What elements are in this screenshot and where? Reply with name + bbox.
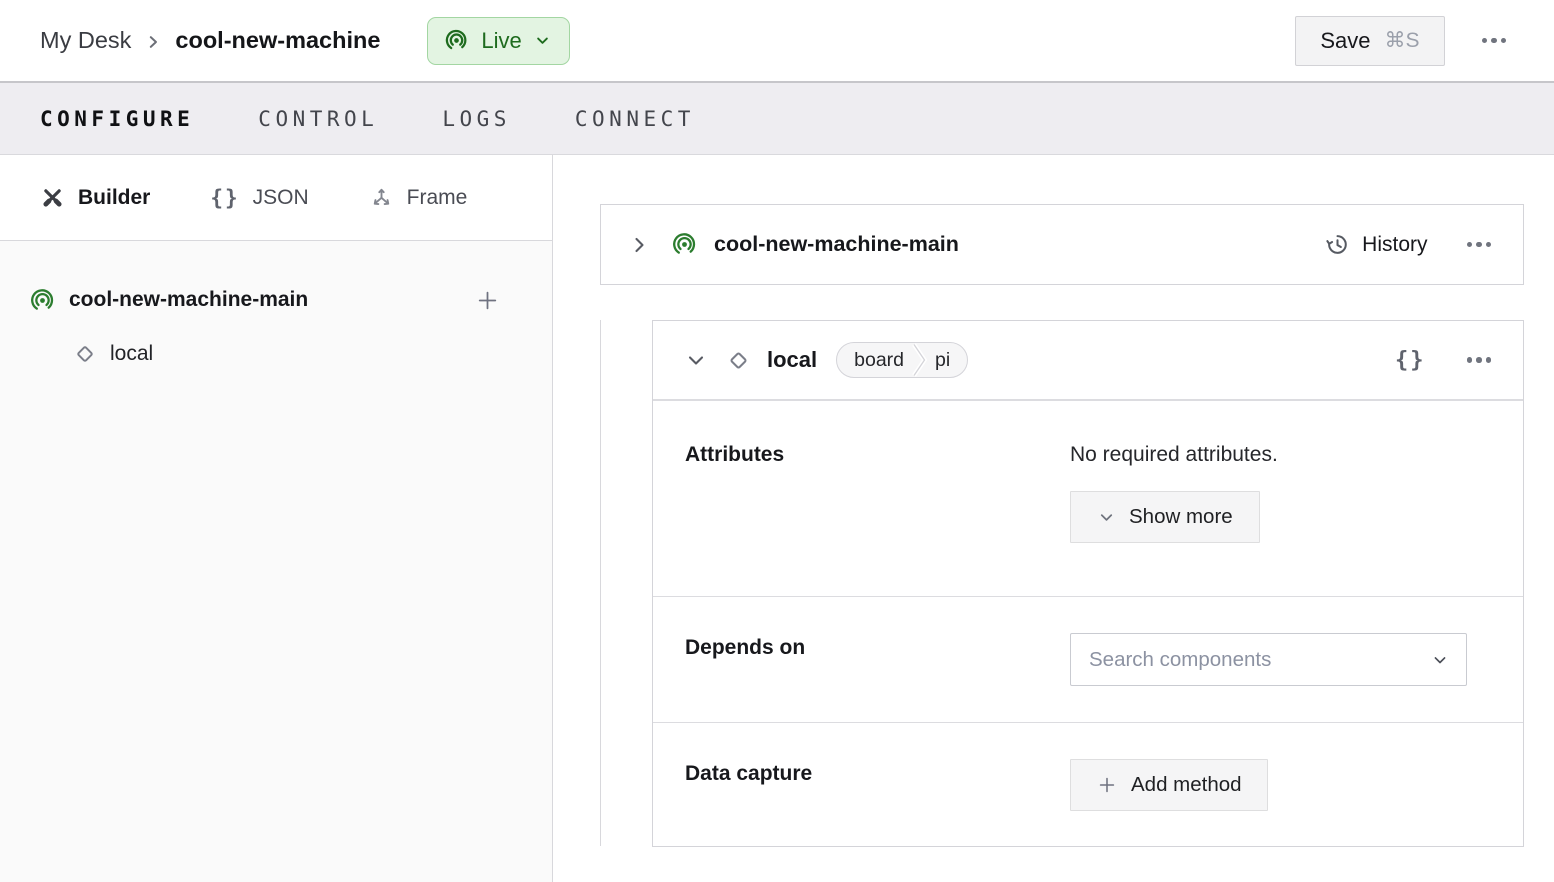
depends-on-select[interactable]: Search components [1070,633,1467,686]
attributes-empty-text: No required attributes. [1070,443,1278,467]
machine-broadcast-icon [28,286,57,315]
top-header: My Desk cool-new-machine Live Save ⌘S [0,0,1554,81]
plus-icon [1096,774,1118,796]
show-more-button[interactable]: Show more [1070,491,1260,543]
machine-tree: cool-new-machine-main local [0,241,552,381]
view-builder[interactable]: Builder [40,185,150,210]
header-overflow-menu-icon[interactable] [1478,32,1511,50]
tab-connect[interactable]: CONNECT [575,107,695,131]
depends-on-placeholder: Search components [1089,648,1271,672]
component-card-header: local board pi {} [653,321,1523,400]
component-menu-icon[interactable] [1463,351,1496,369]
breadcrumb: My Desk cool-new-machine [40,27,380,54]
component-title: local [767,347,817,373]
chevron-right-icon [144,33,162,51]
view-json-label: JSON [253,186,309,210]
tree-item-label: cool-new-machine-main [69,288,308,312]
chip-type: board [837,349,911,372]
component-card-local: local board pi {} Attributes No required… [652,320,1524,847]
add-component-icon[interactable] [475,288,500,313]
tab-control[interactable]: CONTROL [258,107,378,131]
config-view-switcher: Builder {} JSON Frame [0,155,552,241]
chip-divider-chevron [911,343,928,377]
chevron-down-icon [533,31,552,50]
tree-item-machine-part[interactable]: cool-new-machine-main [0,273,552,327]
save-shortcut-hint: ⌘S [1384,28,1419,53]
breadcrumb-current: cool-new-machine [175,27,380,54]
configure-sidebar: Builder {} JSON Frame cool-new-machine-m… [0,155,553,882]
component-diamond-icon [725,347,752,374]
component-json-icon[interactable]: {} [1395,348,1426,373]
data-capture-section: Data capture Add method [653,722,1523,846]
frame-axes-icon [369,185,394,210]
part-card-title: cool-new-machine-main [714,232,959,257]
tab-logs[interactable]: LOGS [442,107,511,131]
part-card-menu-icon[interactable] [1463,236,1496,254]
machine-part-card: cool-new-machine-main History [600,204,1524,285]
configure-main-panel: cool-new-machine-main History local [553,155,1554,882]
data-capture-label: Data capture [685,723,1070,846]
chip-model: pi [928,349,967,372]
live-status-dropdown[interactable]: Live [427,17,569,65]
view-json[interactable]: {} JSON [210,186,308,210]
tree-item-component-local[interactable]: local [0,327,552,381]
tree-item-label: local [110,342,153,366]
live-status-label: Live [481,28,521,54]
part-group-indent-line [600,320,601,846]
breadcrumb-parent[interactable]: My Desk [40,27,131,54]
component-type-chip: board pi [836,342,968,378]
add-method-button[interactable]: Add method [1070,759,1268,811]
tab-configure[interactable]: CONFIGURE [40,107,194,131]
chevron-down-icon [1097,508,1116,527]
expand-part-chevron-right-icon[interactable] [627,233,651,257]
history-button[interactable]: History [1324,231,1427,258]
history-clock-icon [1324,231,1351,258]
collapse-component-chevron-down-icon[interactable] [684,348,708,372]
tools-icon [40,185,65,210]
chevron-down-icon [1430,650,1450,670]
add-method-label: Add method [1131,773,1242,797]
history-label: History [1362,233,1427,257]
view-frame[interactable]: Frame [369,185,468,210]
machine-broadcast-icon [670,230,699,259]
save-button-label: Save [1320,28,1370,54]
depends-on-section: Depends on Search components [653,596,1523,722]
view-builder-label: Builder [78,186,150,210]
depends-on-label: Depends on [685,597,1070,722]
view-frame-label: Frame [407,186,468,210]
attributes-section: Attributes No required attributes. Show … [653,400,1523,596]
machine-broadcast-icon [443,27,470,54]
show-more-label: Show more [1129,505,1233,529]
save-button[interactable]: Save ⌘S [1295,16,1444,66]
attributes-label: Attributes [685,401,1070,596]
main-nav-tabs: CONFIGURE CONTROL LOGS CONNECT [0,81,1554,155]
braces-icon: {} [210,186,239,210]
component-diamond-icon [72,341,98,367]
